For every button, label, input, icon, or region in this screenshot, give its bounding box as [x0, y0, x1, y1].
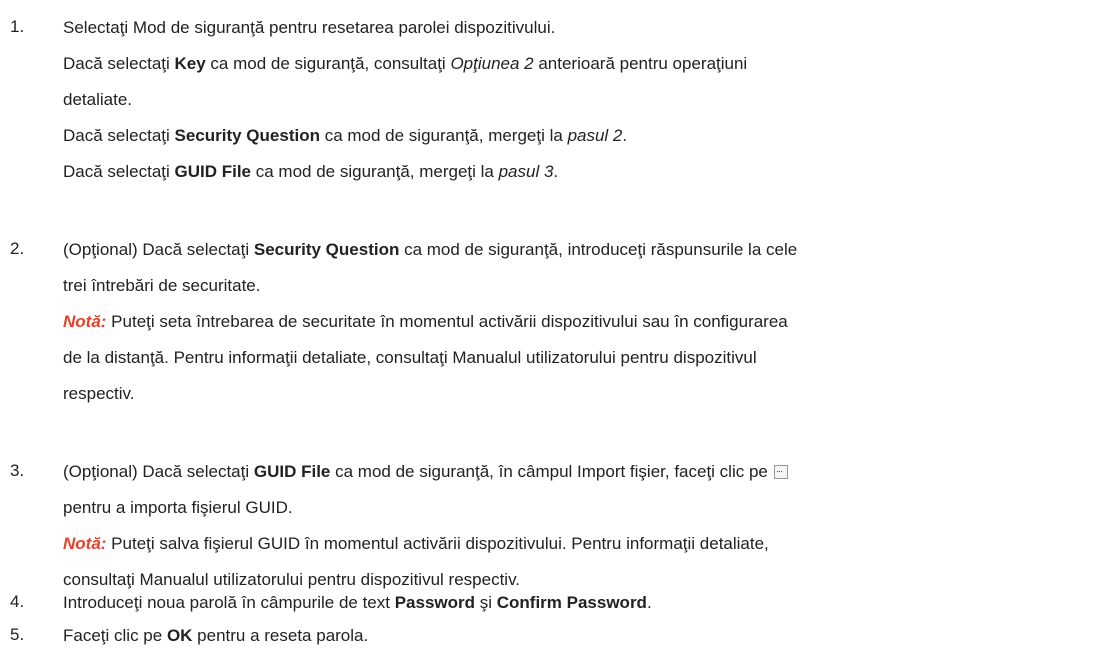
text-segment: Puteţi salva fişierul GUID în momentul a… — [106, 534, 769, 553]
text-segment: Dacă selectaţi — [63, 126, 175, 145]
text-segment: Dacă selectaţi — [63, 54, 175, 73]
step-text-line: Notă: Puteţi salva fişierul GUID în mome… — [63, 533, 769, 555]
italic-reference: pasul 3 — [498, 162, 554, 181]
italic-reference: Opţiunea 2 — [450, 54, 534, 73]
step-text-line: consultaţi Manualul utilizatorului pentr… — [63, 569, 520, 591]
step-text-line: Selectaţi Mod de siguranţă pentru reseta… — [63, 17, 555, 39]
text-segment: Introduceţi noua parolă în câmpurile de … — [63, 593, 395, 612]
bold-term: Security Question — [174, 126, 320, 145]
step-text-line: Introduceţi noua parolă în câmpurile de … — [63, 592, 652, 614]
text-segment: ca mod de siguranţă, consultaţi — [205, 54, 451, 73]
step-number: 2. — [10, 239, 25, 258]
text-segment: anterioară pentru operaţiuni — [533, 54, 748, 73]
text-segment: Selectaţi Mod de siguranţă pentru reseta… — [63, 18, 556, 37]
bold-term: GUID File — [174, 162, 252, 181]
note-label: Notă: — [63, 312, 107, 331]
text-segment: Dacă selectaţi — [63, 162, 175, 181]
text-segment: Faceţi clic pe — [63, 626, 167, 645]
bold-term: GUID File — [253, 462, 331, 481]
step-text-line: Dacă selectaţi Key ca mod de siguranţă, … — [63, 53, 747, 75]
text-segment: (Opţional) Dacă selectaţi — [63, 462, 254, 481]
browse-file-button-icon[interactable] — [773, 460, 788, 482]
text-segment: . — [622, 126, 628, 145]
step-text-line: de la distanţă. Pentru informaţii detali… — [63, 347, 757, 369]
step-text-line: Dacă selectaţi Security Question ca mod … — [63, 125, 627, 147]
step-text-line: Notă: Puteţi seta întrebarea de securita… — [63, 311, 788, 333]
step-number: 5. — [10, 625, 25, 644]
text-segment: . — [553, 162, 559, 181]
text-segment: consultaţi Manualul utilizatorului pentr… — [63, 570, 521, 589]
text-segment: ca mod de siguranţă, în câmpul Import fi… — [330, 462, 768, 481]
instruction-document: 1. Selectaţi Mod de siguranţă pentru rese… — [0, 0, 1104, 662]
step-number: 3. — [10, 461, 25, 480]
step-number: 1. — [10, 17, 25, 36]
text-segment: ca mod de siguranţă, mergeţi la — [251, 162, 499, 181]
bold-term: Key — [174, 54, 206, 73]
step-text-line: (Opţional) Dacă selectaţi Security Quest… — [63, 239, 797, 261]
step-text-line: detaliate. — [63, 89, 132, 111]
text-segment: (Opţional) Dacă selectaţi — [63, 240, 254, 259]
text-segment: detaliate. — [63, 90, 132, 109]
italic-reference: pasul 2 — [567, 126, 623, 145]
step-text-line: trei întrebări de securitate. — [63, 275, 260, 297]
text-segment: ca mod de siguranţă, introduceţi răspuns… — [399, 240, 798, 259]
step-text-line: pentru a importa fişierul GUID. — [63, 497, 293, 519]
text-segment: . — [646, 593, 652, 612]
bold-term: Confirm Password — [496, 593, 647, 612]
note-label: Notă: — [63, 534, 107, 553]
step-text-line: (Opţional) Dacă selectaţi GUID File ca m… — [63, 460, 788, 483]
text-segment: Puteţi seta întrebarea de securitate în … — [106, 312, 788, 331]
step-text-line: Faceţi clic pe OK pentru a reseta parola… — [63, 625, 368, 647]
bold-term: Security Question — [253, 240, 400, 259]
step-number: 4. — [10, 592, 25, 611]
text-segment: pentru a reseta parola. — [192, 626, 369, 645]
bold-term: Password — [394, 593, 476, 612]
text-segment: ca mod de siguranţă, mergeţi la — [319, 126, 568, 145]
bold-term: OK — [166, 626, 193, 645]
text-segment: respectiv. — [63, 384, 135, 403]
step-text-line: respectiv. — [63, 383, 135, 405]
text-segment: de la distanţă. Pentru informaţii detali… — [63, 348, 757, 367]
text-segment: şi — [475, 593, 497, 612]
text-segment: trei întrebări de securitate. — [63, 276, 261, 295]
text-segment: pentru a importa fişierul GUID. — [63, 498, 293, 517]
step-text-line: Dacă selectaţi GUID File ca mod de sigur… — [63, 161, 558, 183]
